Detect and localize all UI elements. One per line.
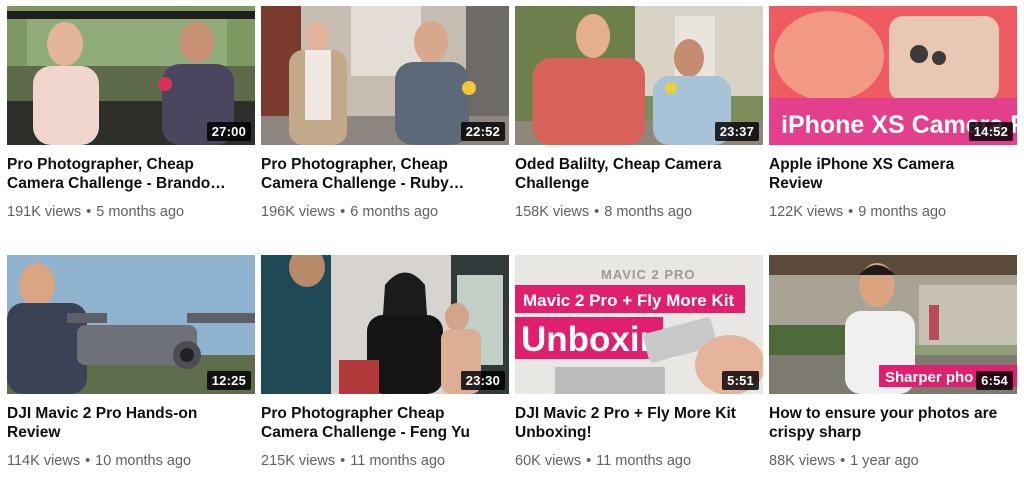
view-count: 196K views — [261, 204, 336, 220]
video-title[interactable]: DJI Mavic 2 Pro + Fly More Kit Unboxing! — [515, 404, 751, 442]
upload-age: 11 months ago — [596, 453, 692, 469]
view-count: 215K views — [261, 453, 336, 469]
video-thumbnail[interactable]: iPhone XS Camera Re 14:52 — [769, 6, 1017, 145]
upload-age: 9 months ago — [858, 204, 947, 220]
video-duration: 23:37 — [714, 122, 759, 141]
meta-separator: • — [586, 453, 592, 469]
video-grid: 27:00 Pro Photographer, Cheap Camera Cha… — [7, 6, 1017, 504]
video-duration: 5:51 — [722, 371, 759, 390]
video-duration: 6:54 — [976, 371, 1013, 390]
upload-age: 5 months ago — [96, 204, 185, 220]
video-duration: 12:25 — [206, 371, 251, 390]
video-card[interactable]: MAVIC 2 PRO Mavic 2 Pro + Fly More Kit U… — [515, 255, 763, 504]
upload-age: 6 months ago — [350, 204, 439, 220]
video-title[interactable]: Apple iPhone XS Camera Review — [769, 155, 1005, 193]
thumbnail-overlay-text: Mavic 2 Pro + Fly More Kit — [523, 291, 734, 310]
video-duration: 14:52 — [968, 122, 1013, 141]
thumbnail-brand-text: MAVIC 2 PRO — [601, 267, 696, 282]
upload-age: 8 months ago — [604, 204, 693, 220]
video-meta: 196K views • 6 months ago — [261, 203, 509, 221]
meta-separator: • — [848, 204, 854, 220]
meta-separator: • — [340, 453, 346, 469]
video-card[interactable]: Sharper pho 6:54 How to ensure your phot… — [769, 255, 1017, 504]
video-duration: 23:30 — [460, 371, 505, 390]
video-meta: 215K views • 11 months ago — [261, 452, 509, 470]
view-count: 114K views — [7, 453, 81, 469]
video-title[interactable]: How to ensure your photos are crispy sha… — [769, 404, 1005, 442]
video-duration: 22:52 — [460, 122, 505, 141]
video-title[interactable]: Pro Photographer Cheap Camera Challenge … — [261, 404, 497, 442]
video-card[interactable]: 12:25 DJI Mavic 2 Pro Hands-on Review 11… — [7, 255, 255, 504]
video-thumbnail[interactable]: 23:37 — [515, 6, 763, 145]
meta-separator: • — [85, 453, 91, 469]
video-title[interactable]: Pro Photographer, Cheap Camera Challenge… — [261, 155, 497, 193]
video-meta: 114K views • 10 months ago — [7, 452, 255, 470]
video-title[interactable]: Pro Photographer, Cheap Camera Challenge… — [7, 155, 243, 193]
video-card[interactable]: iPhone XS Camera Re 14:52 Apple iPhone X… — [769, 6, 1017, 255]
view-count: 122K views — [769, 204, 844, 220]
video-thumbnail[interactable]: Sharper pho 6:54 — [769, 255, 1017, 394]
video-card[interactable]: 22:52 Pro Photographer, Cheap Camera Cha… — [261, 6, 509, 255]
video-thumbnail[interactable]: 12:25 — [7, 255, 255, 394]
video-meta: 60K views • 11 months ago — [515, 452, 763, 470]
video-card[interactable]: 23:30 Pro Photographer Cheap Camera Chal… — [261, 255, 509, 504]
video-meta: 122K views • 9 months ago — [769, 203, 1017, 221]
upload-age: 1 year ago — [850, 453, 919, 469]
view-count: 191K views — [7, 204, 82, 220]
upload-age: 11 months ago — [350, 453, 446, 469]
video-card[interactable]: 23:37 Oded Balilty, Cheap Camera Challen… — [515, 6, 763, 255]
video-duration: 27:00 — [206, 122, 251, 141]
video-title[interactable]: Oded Balilty, Cheap Camera Challenge — [515, 155, 751, 193]
view-count: 88K views — [769, 453, 836, 469]
upload-age: 10 months ago — [95, 453, 192, 469]
video-meta: 158K views • 8 months ago — [515, 203, 763, 221]
meta-separator: • — [840, 453, 846, 469]
thumbnail-overlay-text: Sharper pho — [885, 369, 973, 386]
meta-separator: • — [86, 204, 92, 220]
video-meta: 191K views • 5 months ago — [7, 203, 255, 221]
video-thumbnail[interactable]: 27:00 — [7, 6, 255, 145]
meta-separator: • — [594, 204, 600, 220]
video-thumbnail[interactable]: 23:30 — [261, 255, 509, 394]
video-card[interactable]: 27:00 Pro Photographer, Cheap Camera Cha… — [7, 6, 255, 255]
video-meta: 88K views • 1 year ago — [769, 452, 1017, 470]
video-thumbnail[interactable]: MAVIC 2 PRO Mavic 2 Pro + Fly More Kit U… — [515, 255, 763, 394]
meta-separator: • — [340, 204, 346, 220]
view-count: 158K views — [515, 204, 590, 220]
video-thumbnail[interactable]: 22:52 — [261, 6, 509, 145]
view-count: 60K views — [515, 453, 582, 469]
video-title[interactable]: DJI Mavic 2 Pro Hands-on Review — [7, 404, 243, 442]
